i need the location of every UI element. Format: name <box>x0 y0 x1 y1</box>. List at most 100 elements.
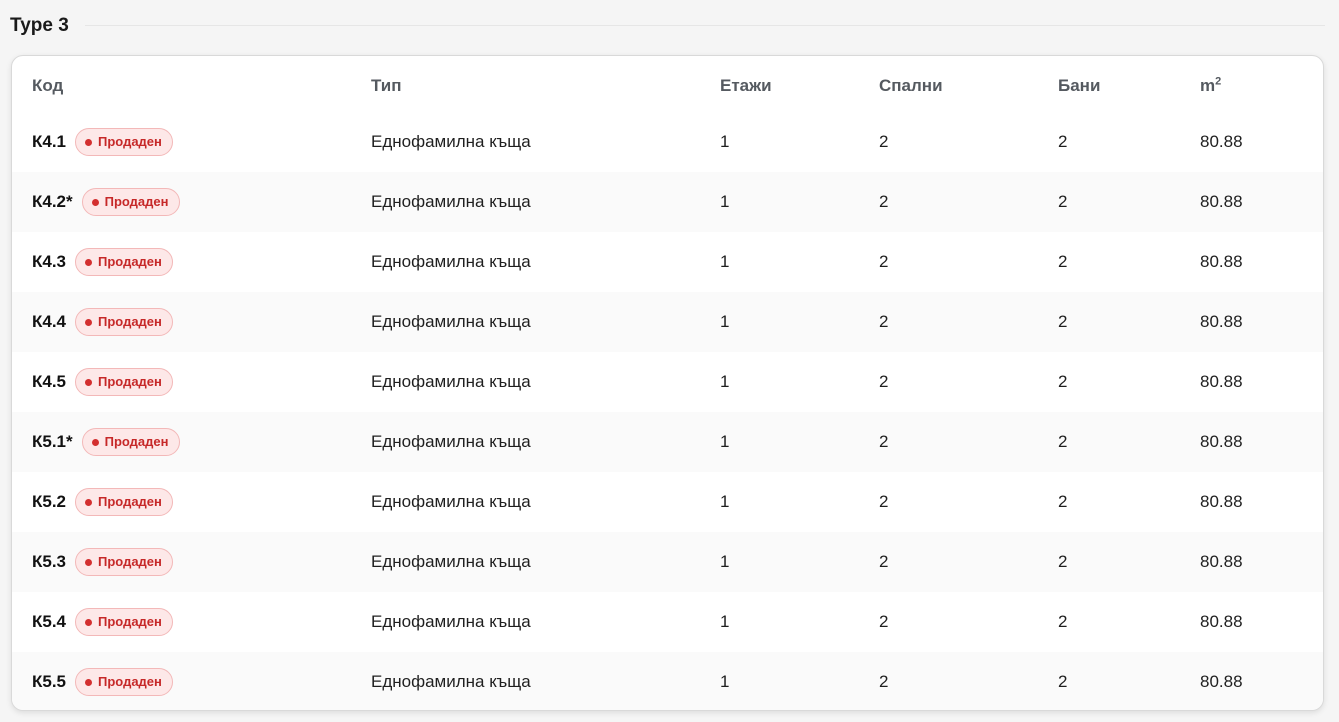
floors-cell: 1 <box>720 192 730 211</box>
unit-code[interactable]: К4.4 <box>32 292 66 352</box>
floors-cell: 1 <box>720 252 730 271</box>
status-label: Продаден <box>98 254 162 269</box>
unit-code[interactable]: К5.4 <box>32 592 66 652</box>
header-code[interactable]: Код <box>32 56 63 116</box>
bathrooms-cell: 2 <box>1058 672 1068 691</box>
section-title: Type 3 <box>10 15 69 36</box>
floors-cell: 1 <box>720 552 730 571</box>
header-area-exponent: 2 <box>1215 75 1222 88</box>
table-row[interactable]: К5.5 Продаден Еднофамилна къща 1 2 2 80.88 <box>12 652 1323 710</box>
area-cell: 80.88 <box>1200 132 1243 151</box>
status-label: Продаден <box>98 494 162 509</box>
table-row[interactable]: К5.4 Продаден Еднофамилна къща 1 2 2 80.88 <box>12 592 1323 652</box>
section-divider <box>84 24 1325 26</box>
code-cell: К4.4 Продаден <box>32 292 173 352</box>
area-cell: 80.88 <box>1200 612 1243 631</box>
bathrooms-cell: 2 <box>1058 372 1068 391</box>
status-badge: Продаден <box>75 548 173 576</box>
header-bedrooms[interactable]: Спални <box>879 56 943 116</box>
floors-cell: 1 <box>720 132 730 151</box>
floors-cell: 1 <box>720 312 730 331</box>
table-row[interactable]: К5.1* Продаден Еднофамилна къща 1 2 2 80.88 <box>12 412 1323 472</box>
type-cell: Еднофамилна къща <box>371 372 531 391</box>
status-badge: Продаден <box>75 128 173 156</box>
status-badge: Продаден <box>75 248 173 276</box>
table-row[interactable]: К4.4 Продаден Еднофамилна къща 1 2 2 80.88 <box>12 292 1323 352</box>
status-label: Продаден <box>98 314 162 329</box>
status-dot-icon <box>85 678 93 686</box>
type-cell: Еднофамилна къща <box>371 132 531 151</box>
type-cell: Еднофамилна къща <box>371 492 531 511</box>
status-dot-icon <box>85 258 93 266</box>
header-area[interactable]: m2 <box>1200 56 1221 116</box>
unit-code[interactable]: К4.3 <box>32 232 66 292</box>
code-cell: К4.5 Продаден <box>32 352 173 412</box>
status-badge: Продаден <box>75 308 173 336</box>
table-row[interactable]: К4.3 Продаден Еднофамилна къща 1 2 2 80.88 <box>12 232 1323 292</box>
area-cell: 80.88 <box>1200 672 1243 691</box>
area-cell: 80.88 <box>1200 252 1243 271</box>
unit-code[interactable]: К4.2* <box>32 172 73 232</box>
status-label: Продаден <box>104 434 169 449</box>
bathrooms-cell: 2 <box>1058 132 1068 151</box>
bathrooms-cell: 2 <box>1058 192 1068 211</box>
status-dot-icon <box>85 318 93 326</box>
bathrooms-cell: 2 <box>1058 612 1068 631</box>
status-dot-icon <box>91 198 99 206</box>
status-badge: Продаден <box>75 608 173 636</box>
bedrooms-cell: 2 <box>879 612 889 631</box>
status-badge: Продаден <box>75 368 173 396</box>
unit-code[interactable]: К5.2 <box>32 472 66 532</box>
code-cell: К4.3 Продаден <box>32 232 173 292</box>
header-bathrooms[interactable]: Бани <box>1058 56 1100 116</box>
bedrooms-cell: 2 <box>879 372 889 391</box>
bathrooms-cell: 2 <box>1058 492 1068 511</box>
bathrooms-cell: 2 <box>1058 252 1068 271</box>
table-header-row: Код Тип Етажи Спални Бани m2 <box>12 56 1323 116</box>
units-table: Код Тип Етажи Спални Бани m2 К4.1 Продаде… <box>11 55 1324 711</box>
type-cell: Еднофамилна къща <box>371 252 531 271</box>
status-dot-icon <box>85 558 93 566</box>
header-floors[interactable]: Етажи <box>720 56 772 116</box>
table-row[interactable]: К4.1 Продаден Еднофамилна къща 1 2 2 80.88 <box>12 112 1323 172</box>
table-row[interactable]: К5.2 Продаден Еднофамилна къща 1 2 2 80.88 <box>12 472 1323 532</box>
bedrooms-cell: 2 <box>879 432 889 451</box>
table-row[interactable]: К4.2* Продаден Еднофамилна къща 1 2 2 80.88 <box>12 172 1323 232</box>
area-cell: 80.88 <box>1200 372 1243 391</box>
unit-code[interactable]: К5.1* <box>32 412 73 472</box>
unit-code[interactable]: К5.3 <box>32 532 66 592</box>
floors-cell: 1 <box>720 372 730 391</box>
bedrooms-cell: 2 <box>879 252 889 271</box>
floors-cell: 1 <box>720 492 730 511</box>
floors-cell: 1 <box>720 612 730 631</box>
bedrooms-cell: 2 <box>879 672 889 691</box>
unit-code[interactable]: К5.5 <box>32 652 66 710</box>
status-badge: Продаден <box>75 488 173 516</box>
bedrooms-cell: 2 <box>879 192 889 211</box>
section-header: Type 3 <box>10 14 1325 38</box>
status-dot-icon <box>85 138 93 146</box>
bedrooms-cell: 2 <box>879 552 889 571</box>
unit-code[interactable]: К4.5 <box>32 352 66 412</box>
code-cell: К5.5 Продаден <box>32 652 173 710</box>
unit-code[interactable]: К4.1 <box>32 112 66 172</box>
status-label: Продаден <box>98 374 162 389</box>
bathrooms-cell: 2 <box>1058 312 1068 331</box>
status-badge: Продаден <box>75 668 173 696</box>
status-label: Продаден <box>104 194 169 209</box>
type-cell: Еднофамилна къща <box>371 552 531 571</box>
area-cell: 80.88 <box>1200 312 1243 331</box>
status-label: Продаден <box>98 674 162 689</box>
bedrooms-cell: 2 <box>879 312 889 331</box>
table-row[interactable]: К4.5 Продаден Еднофамилна къща 1 2 2 80.88 <box>12 352 1323 412</box>
floors-cell: 1 <box>720 432 730 451</box>
type-cell: Еднофамилна къща <box>371 312 531 331</box>
code-cell: К5.3 Продаден <box>32 532 173 592</box>
status-badge: Продаден <box>81 428 180 456</box>
table-row[interactable]: К5.3 Продаден Еднофамилна къща 1 2 2 80.88 <box>12 532 1323 592</box>
type-cell: Еднофамилна къща <box>371 612 531 631</box>
area-cell: 80.88 <box>1200 492 1243 511</box>
area-cell: 80.88 <box>1200 552 1243 571</box>
type-cell: Еднофамилна къща <box>371 192 531 211</box>
header-type[interactable]: Тип <box>371 56 401 116</box>
